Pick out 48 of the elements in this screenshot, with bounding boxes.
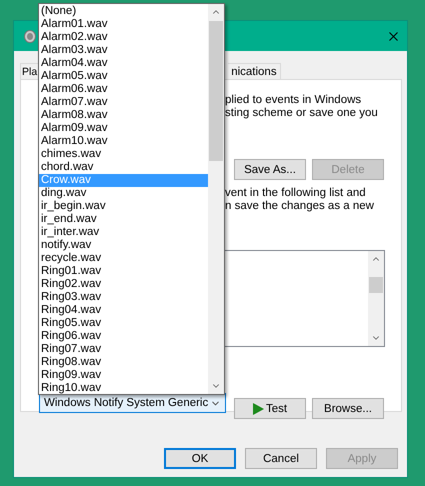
dropdown-option[interactable]: Alarm03.wav — [39, 44, 208, 57]
dropdown-option[interactable]: notify.wav — [39, 239, 208, 252]
dropdown-option[interactable]: Ring06.wav — [39, 330, 208, 343]
dropdown-option[interactable]: Alarm07.wav — [39, 96, 208, 109]
dropdown-option[interactable]: Ring05.wav — [39, 317, 208, 330]
dialog-button[interactable]: OK — [164, 448, 236, 469]
tab[interactable]: Pla — [20, 63, 40, 79]
dropdown-option[interactable]: Alarm08.wav — [39, 109, 208, 122]
scrollbar[interactable] — [208, 4, 224, 394]
dropdown-option[interactable]: Ring03.wav — [39, 291, 208, 304]
dropdown-option[interactable]: Alarm05.wav — [39, 70, 208, 83]
dropdown-option[interactable]: Ring02.wav — [39, 278, 208, 291]
sound-dropdown[interactable]: Windows Notify System Generic — [39, 393, 226, 413]
dropdown-option[interactable]: ir_inter.wav — [39, 226, 208, 239]
dropdown-option[interactable]: Alarm09.wav — [39, 122, 208, 135]
dropdown-option[interactable]: ding.wav — [39, 187, 208, 200]
dialog-button[interactable]: Cancel — [245, 448, 317, 469]
dropdown-option[interactable]: Ring09.wav — [39, 369, 208, 382]
dropdown-option[interactable]: Ring08.wav — [39, 356, 208, 369]
tab[interactable]: nications — [228, 63, 281, 79]
dropdown-option[interactable]: Ring01.wav — [39, 265, 208, 278]
dropdown-option[interactable]: Alarm10.wav — [39, 135, 208, 148]
dropdown-option[interactable]: Alarm06.wav — [39, 83, 208, 96]
speaker-icon — [24, 30, 36, 42]
instruction-text: vent in the following list and — [225, 187, 367, 200]
scheme-button[interactable]: Save As... — [234, 159, 306, 180]
browse-button[interactable]: Browse... — [312, 398, 384, 419]
description-text: plied to events in Windows — [225, 94, 362, 107]
instruction-text: n save the changes as a new — [225, 200, 375, 213]
dropdown-option[interactable]: Ring04.wav — [39, 304, 208, 317]
dropdown-option[interactable]: Ring07.wav — [39, 343, 208, 356]
dropdown-option[interactable]: Ring10.wav — [39, 382, 208, 395]
event-list[interactable] — [225, 250, 385, 347]
dropdown-option[interactable]: Alarm01.wav — [39, 18, 208, 31]
dropdown-option[interactable]: Alarm02.wav — [39, 31, 208, 44]
dropdown-option[interactable]: recycle.wav — [39, 252, 208, 265]
dropdown-option[interactable]: ir_end.wav — [39, 213, 208, 226]
dropdown-option[interactable]: Alarm04.wav — [39, 57, 208, 70]
scroll-thumb[interactable] — [209, 21, 223, 161]
play-icon — [252, 402, 264, 414]
dropdown-option[interactable]: ir_begin.wav — [39, 200, 208, 213]
test-button[interactable]: Test — [234, 398, 306, 419]
dropdown-option[interactable]: (None) — [39, 5, 208, 18]
scroll-thumb[interactable] — [369, 277, 383, 293]
dropdown-option[interactable]: chimes.wav — [39, 148, 208, 161]
scrollbar[interactable] — [368, 251, 384, 346]
description-text: sting scheme or save one you — [225, 107, 379, 120]
dropdown-option[interactable]: chord.wav — [39, 161, 208, 174]
